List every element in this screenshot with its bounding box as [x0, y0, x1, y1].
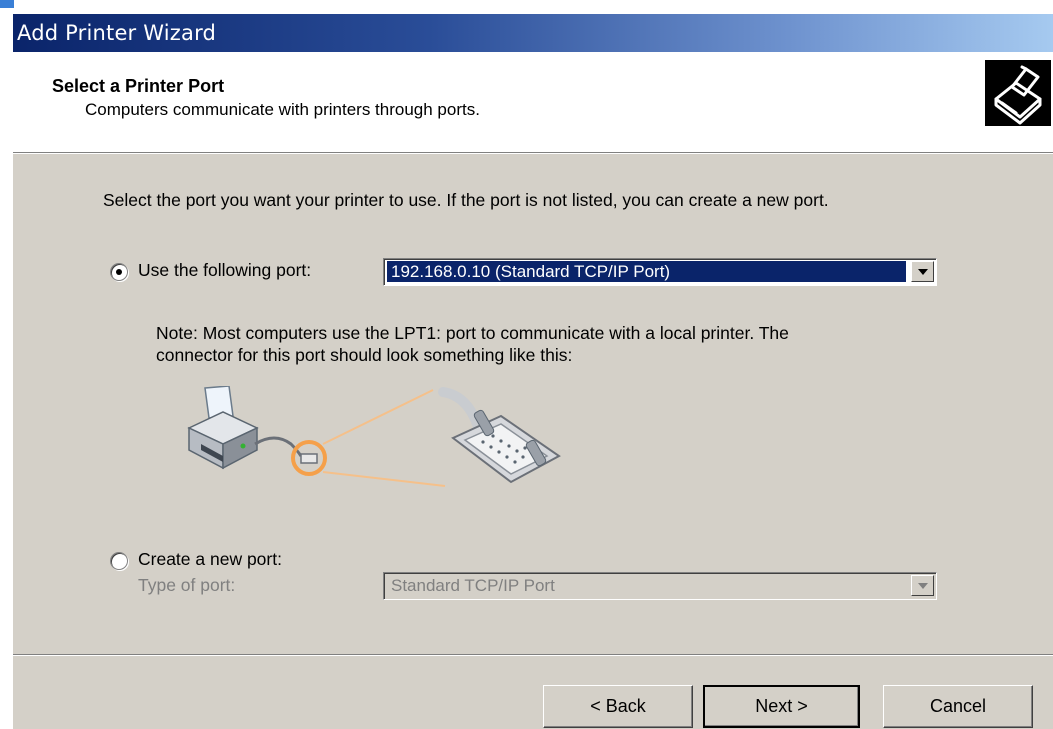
lpt-connector-illustration — [183, 385, 583, 496]
footer-separator-highlight — [13, 655, 1053, 656]
use-following-port-radio[interactable] — [110, 263, 128, 281]
page-title: Select a Printer Port — [52, 76, 225, 96]
use-following-port-label[interactable]: Use the following port: — [138, 260, 311, 281]
top-accent — [0, 0, 14, 8]
top-strip — [0, 0, 1053, 12]
wizard-header: Select a Printer Port Computers communic… — [13, 52, 1053, 152]
note-line-2: connector for this port should look some… — [156, 345, 573, 365]
port-select-value: 192.168.0.10 (Standard TCP/IP Port) — [387, 261, 906, 282]
next-button[interactable]: Next > — [703, 685, 860, 728]
port-select-dropdown-button[interactable] — [911, 261, 934, 282]
port-type-dropdown-button[interactable] — [911, 575, 934, 596]
port-select[interactable]: 192.168.0.10 (Standard TCP/IP Port) — [383, 258, 937, 286]
port-type-select[interactable]: Standard TCP/IP Port — [383, 572, 937, 600]
chevron-down-icon — [918, 583, 928, 589]
type-of-port-label: Type of port: — [138, 575, 236, 595]
parallel-connector-icon — [438, 387, 561, 484]
chevron-down-icon — [918, 269, 928, 275]
wizard-window: Add Printer Wizard Select a Printer Port… — [12, 14, 1053, 729]
wizard-content: Select the port you want your printer to… — [13, 154, 1053, 654]
page-subtitle: Computers communicate with printers thro… — [85, 100, 480, 119]
screenshot-frame: Add Printer Wizard Select a Printer Port… — [0, 0, 1053, 729]
printer-icon — [985, 60, 1051, 126]
title-bar[interactable]: Add Printer Wizard — [13, 14, 1053, 52]
radio-selected-dot — [116, 269, 122, 275]
create-new-port-label[interactable]: Create a new port: — [138, 549, 282, 570]
back-button[interactable]: < Back — [543, 685, 693, 728]
port-type-select-value: Standard TCP/IP Port — [391, 576, 555, 595]
instruction-text: Select the port you want your printer to… — [103, 190, 829, 210]
note-line-1: Note: Most computers use the LPT1: port … — [156, 323, 789, 343]
printer-icon — [187, 385, 259, 470]
connector-note: Note: Most computers use the LPT1: port … — [156, 322, 789, 366]
window-title: Add Printer Wizard — [17, 21, 217, 45]
create-new-port-radio[interactable] — [110, 552, 128, 570]
cancel-button[interactable]: Cancel — [883, 685, 1033, 728]
